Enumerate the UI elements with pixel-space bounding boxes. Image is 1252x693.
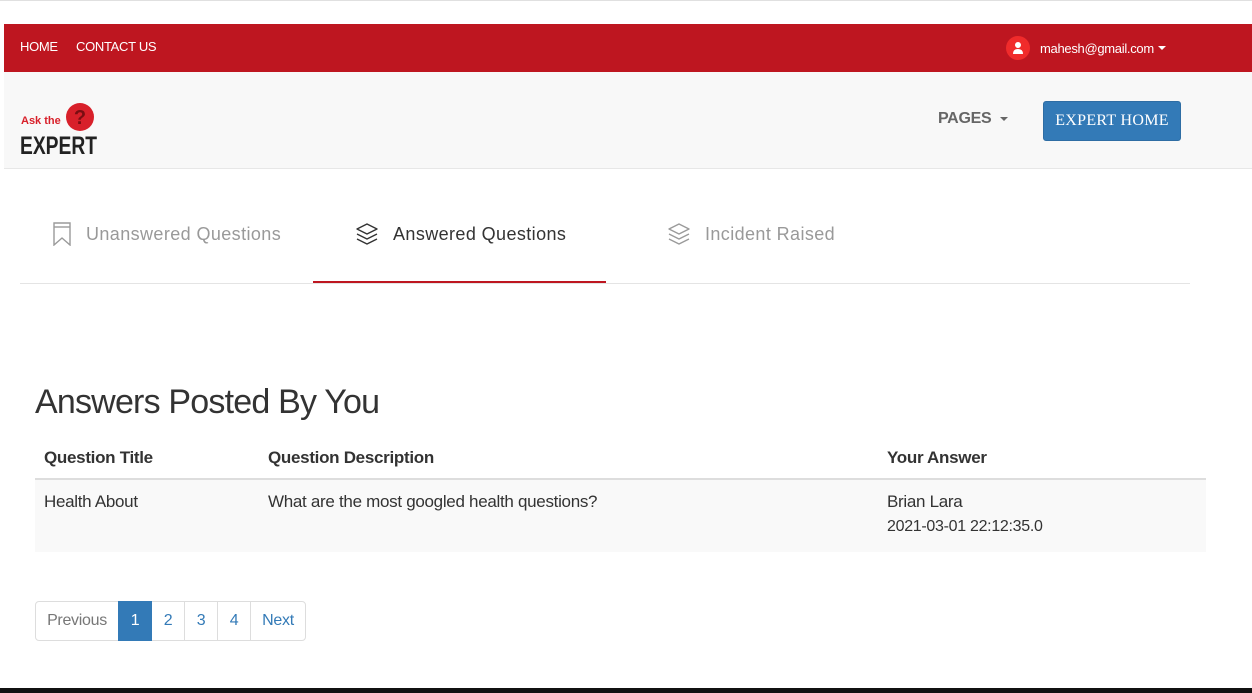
user-menu[interactable]: mahesh@gmail.com	[1006, 36, 1166, 60]
active-tab-indicator	[313, 281, 606, 283]
pages-label: PAGES	[938, 110, 992, 127]
top-border	[0, 0, 1252, 1]
question-tabs: Unanswered Questions Answered Questions …	[20, 190, 1190, 284]
svg-text:Ask the: Ask the	[21, 115, 61, 127]
user-icon	[1006, 36, 1030, 60]
page-title: Answers Posted By You	[35, 383, 380, 421]
chevron-down-icon	[1157, 46, 1166, 50]
top-navbar: HOME CONTACT US mahesh@gmail.com	[4, 24, 1252, 72]
bottom-border	[0, 688, 1252, 693]
chevron-down-icon	[999, 116, 1008, 121]
table-row[interactable]: Health About What are the most googled h…	[35, 479, 1206, 552]
pagination: Previous 1 2 3 4 Next	[35, 601, 306, 641]
cell-your-answer: Brian Lara 2021-03-01 22:12:35.0	[878, 479, 1206, 552]
layers-icon	[667, 222, 691, 246]
nav-contact-link[interactable]: CONTACT US	[76, 39, 157, 54]
column-header-question-title: Question Title	[35, 437, 259, 480]
cell-question-description: What are the most googled health questio…	[259, 479, 878, 552]
answers-table: Question Title Question Description Your…	[35, 437, 1206, 552]
layers-icon	[355, 222, 379, 246]
bookmark-icon	[52, 222, 72, 246]
pagination-page-2[interactable]: 2	[151, 601, 185, 641]
tab-answered-questions[interactable]: Answered Questions	[355, 222, 566, 246]
tab-label: Unanswered Questions	[86, 223, 282, 244]
cell-question-title: Health About	[35, 479, 259, 552]
svg-text:EXPERT: EXPERT	[20, 132, 97, 157]
expert-home-button[interactable]: EXPERT HOME	[1043, 101, 1181, 141]
column-header-question-description: Question Description	[259, 437, 878, 480]
user-email: mahesh@gmail.com	[1040, 40, 1154, 56]
ask-the-expert-logo[interactable]: ? Ask the EXPERT	[20, 97, 100, 160]
pagination-page-4[interactable]: 4	[217, 601, 251, 641]
table-header-row: Question Title Question Description Your…	[35, 437, 1206, 480]
tab-label: Answered Questions	[393, 223, 567, 244]
pagination-next[interactable]: Next	[250, 601, 306, 641]
pagination-previous[interactable]: Previous	[35, 601, 119, 641]
pagination-page-3[interactable]: 3	[184, 601, 218, 641]
nav-home-link[interactable]: HOME	[20, 39, 58, 54]
answer-timestamp: 2021-03-01 22:12:35.0	[887, 518, 1043, 535]
svg-text:?: ?	[74, 107, 86, 129]
tab-unanswered-questions[interactable]: Unanswered Questions	[52, 222, 281, 246]
tab-incident-raised[interactable]: Incident Raised	[667, 222, 835, 246]
answer-text: Brian Lara	[887, 492, 963, 511]
tab-label: Incident Raised	[705, 223, 836, 244]
pagination-page-1[interactable]: 1	[118, 601, 152, 641]
column-header-your-answer: Your Answer	[878, 437, 1206, 480]
pages-dropdown[interactable]: PAGES	[938, 110, 1008, 128]
main-header: ? Ask the EXPERT PAGES EXPERT HOME	[4, 72, 1252, 169]
